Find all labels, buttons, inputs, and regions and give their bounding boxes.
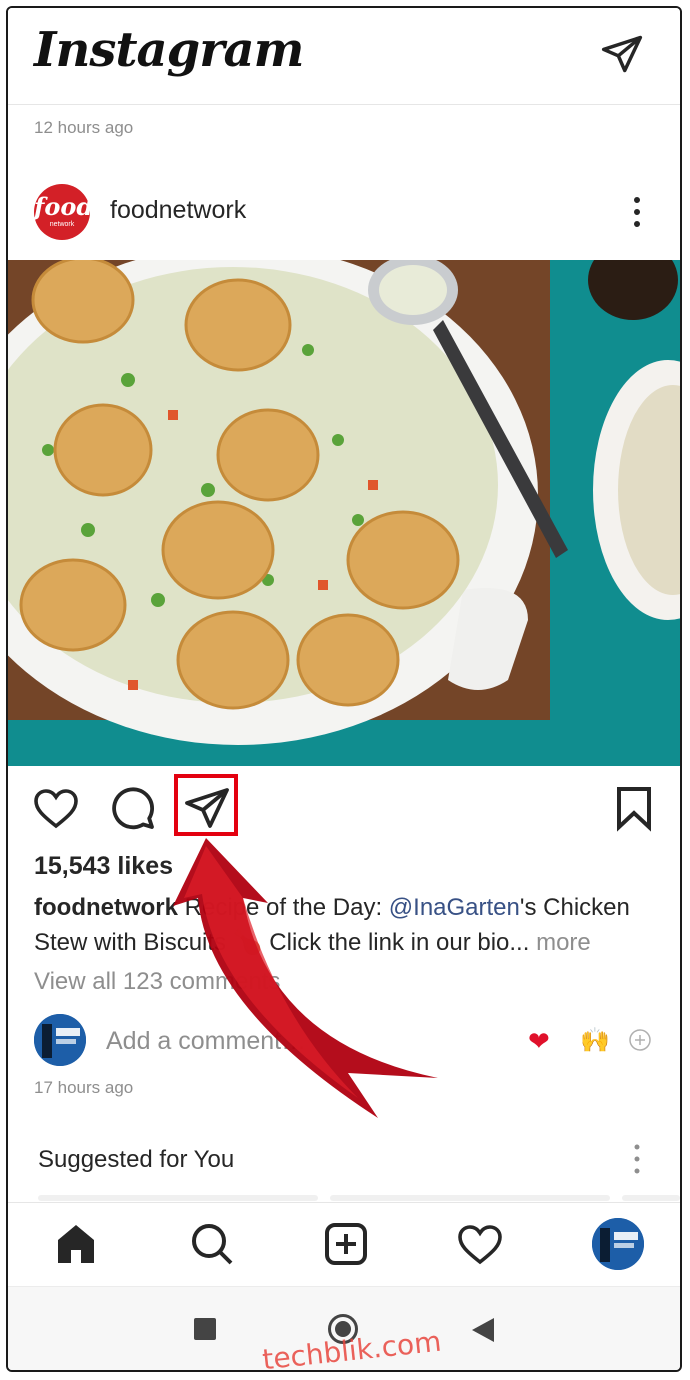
recents-button[interactable]	[194, 1318, 216, 1340]
add-emoji-icon[interactable]	[628, 1028, 652, 1052]
instagram-logo: Instagram	[34, 22, 304, 78]
search-icon[interactable]	[188, 1220, 236, 1268]
current-user-avatar	[34, 1014, 86, 1066]
like-heart-icon[interactable]	[32, 784, 80, 832]
post-author-avatar[interactable]: food network	[34, 184, 94, 240]
home-icon[interactable]	[52, 1220, 100, 1268]
post-timestamp: 17 hours ago	[34, 1078, 134, 1097]
caption-ellipsis: ...	[509, 929, 530, 956]
phone-screen: Instagram 12 hours ago food network food…	[6, 6, 682, 1372]
add-post-icon[interactable]	[322, 1220, 370, 1268]
quick-heart-emoji[interactable]: ❤	[528, 1026, 550, 1057]
comment-bubble-icon[interactable]	[108, 784, 156, 832]
profile-logo-icon	[592, 1218, 644, 1270]
caption-more-link[interactable]: more	[529, 929, 591, 956]
share-highlight-box	[174, 774, 238, 836]
app-header: Instagram	[8, 8, 680, 105]
direct-message-icon[interactable]	[600, 32, 644, 76]
activity-heart-icon[interactable]	[456, 1220, 504, 1268]
post-image[interactable]	[8, 260, 680, 766]
previous-post-timestamp: 12 hours ago	[34, 118, 134, 137]
quick-raised-hands-emoji[interactable]: 🙌	[580, 1026, 610, 1055]
more-options-icon[interactable]	[628, 194, 646, 230]
suggested-more-icon[interactable]	[630, 1142, 644, 1176]
post-author-username[interactable]: foodnetwork	[110, 196, 246, 225]
best-computer-logo-icon	[34, 1014, 86, 1066]
profile-avatar[interactable]	[592, 1218, 644, 1270]
suggested-for-you-title: Suggested for You	[38, 1146, 235, 1173]
annotation-arrow-icon	[173, 838, 438, 1118]
save-bookmark-icon[interactable]	[610, 784, 658, 832]
avatar-logo-subtext: network	[49, 221, 75, 228]
back-button[interactable]	[470, 1316, 496, 1344]
suggested-cards-edge	[38, 1195, 680, 1201]
avatar-logo-text: food	[34, 192, 94, 221]
